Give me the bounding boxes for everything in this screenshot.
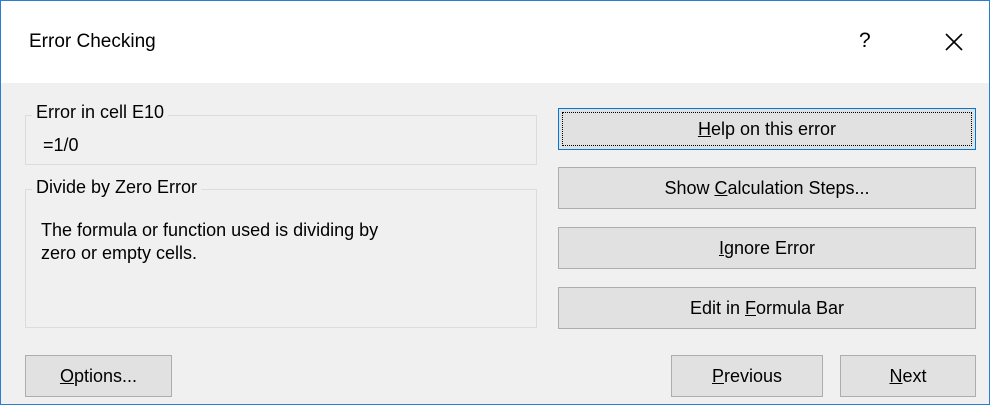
dialog-title: Error Checking (29, 31, 156, 52)
button-label: Help on this error (697, 118, 837, 139)
error-cell-label: Error in cell E10 (32, 102, 169, 123)
close-icon[interactable] (941, 29, 967, 55)
edit-in-formula-bar-button[interactable]: Edit in Formula Bar (558, 287, 976, 329)
error-description: The formula or function used is dividing… (41, 219, 521, 265)
title-bar: Error Checking ? (1, 1, 989, 83)
error-checking-dialog: Error Checking ? Error in cell E10 =1/0 … (0, 0, 990, 405)
help-on-error-button[interactable]: Help on this error (558, 108, 976, 150)
next-button[interactable]: Next (840, 355, 976, 397)
options-button[interactable]: Options... (25, 355, 172, 397)
error-formula: =1/0 (43, 135, 79, 155)
button-label: Edit in Formula Bar (689, 297, 845, 318)
button-label: Previous (711, 365, 783, 386)
error-type-label: Divide by Zero Error (32, 177, 202, 198)
button-label: Ignore Error (718, 237, 816, 258)
previous-button[interactable]: Previous (671, 355, 823, 397)
show-calculation-steps-button[interactable]: Show Calculation Steps... (558, 167, 976, 209)
button-label: Show Calculation Steps... (664, 177, 870, 198)
ignore-error-button[interactable]: Ignore Error (558, 227, 976, 269)
button-label: Options... (59, 365, 138, 386)
button-label: Next (889, 365, 927, 386)
error-description-line: The formula or function used is dividing… (41, 220, 379, 240)
error-description-line: zero or empty cells. (41, 243, 198, 263)
help-icon[interactable]: ? (859, 29, 871, 53)
